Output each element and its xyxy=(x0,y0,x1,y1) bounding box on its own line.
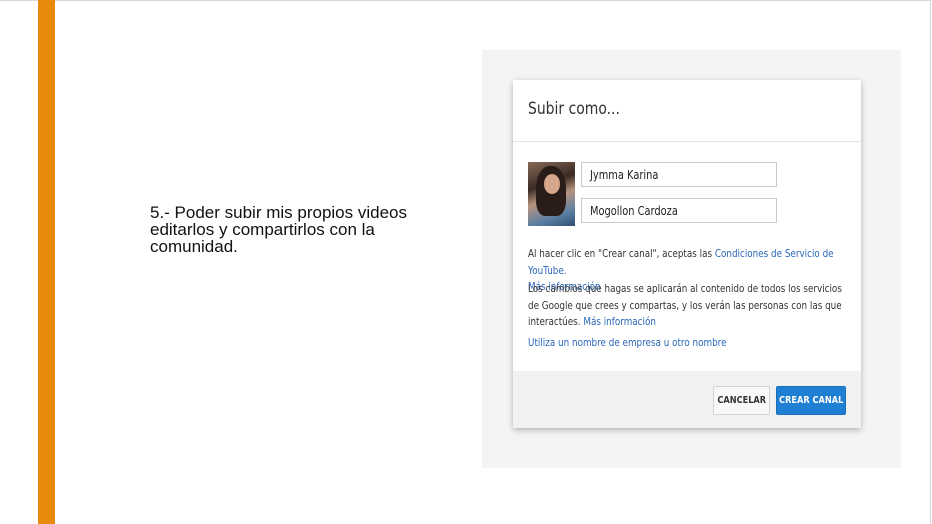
dialog-title: Subir como... xyxy=(528,99,620,119)
slide-body-text: 5.- Poder subir mis propios videos edita… xyxy=(150,203,408,256)
avatar xyxy=(528,162,575,226)
accent-bar xyxy=(38,0,55,524)
changes-text: Los cambios que hagas se aplicarán al co… xyxy=(528,281,848,331)
last-name-field[interactable]: Mogollon Cardoza xyxy=(581,198,777,223)
first-name-value: Jymma Karina xyxy=(590,168,659,182)
last-name-value: Mogollon Cardoza xyxy=(590,204,678,218)
cancel-button-label: CANCELAR xyxy=(717,395,766,406)
create-channel-button-label: CREAR CANAL xyxy=(778,395,844,406)
first-name-field[interactable]: Jymma Karina xyxy=(581,162,777,187)
more-info-link-2[interactable]: Más información xyxy=(583,315,656,328)
terms-prefix: Al hacer clic en "Crear canal", aceptas … xyxy=(528,247,715,260)
create-channel-dialog: Subir como... Jymma Karina Mogollon Card… xyxy=(513,80,861,428)
changes-body: Los cambios que hagas se aplicarán al co… xyxy=(528,282,842,328)
dialog-footer: CANCELAR CREAR CANAL xyxy=(513,371,861,428)
cancel-button[interactable]: CANCELAR xyxy=(713,386,770,415)
business-name-link-row: Utiliza un nombre de empresa u otro nomb… xyxy=(528,335,848,352)
create-channel-button[interactable]: CREAR CANAL xyxy=(776,386,846,415)
business-name-link[interactable]: Utiliza un nombre de empresa u otro nomb… xyxy=(528,336,727,349)
dialog-divider xyxy=(513,141,861,142)
